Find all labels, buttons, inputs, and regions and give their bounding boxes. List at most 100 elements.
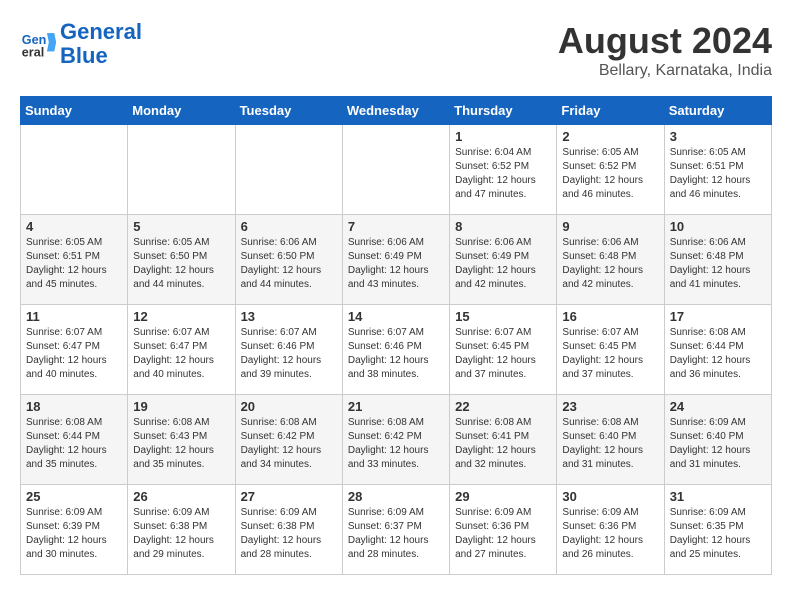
day-info: Sunrise: 6:09 AM Sunset: 6:38 PM Dayligh… <box>241 506 337 562</box>
calendar-cell: 19 Sunrise: 6:08 AM Sunset: 6:43 PM Dayli… <box>128 395 235 485</box>
calendar-cell <box>342 125 449 215</box>
calendar-cell: 15 Sunrise: 6:07 AM Sunset: 6:45 PM Dayli… <box>450 305 557 395</box>
day-number: 11 <box>26 309 122 324</box>
day-info: Sunrise: 6:07 AM Sunset: 6:45 PM Dayligh… <box>562 326 658 382</box>
day-number: 5 <box>133 219 229 234</box>
header-day-tuesday: Tuesday <box>235 97 342 125</box>
calendar-cell: 9 Sunrise: 6:06 AM Sunset: 6:48 PM Daylig… <box>557 215 664 305</box>
month-year: August 2024 <box>558 20 772 62</box>
calendar-cell: 14 Sunrise: 6:07 AM Sunset: 6:46 PM Dayli… <box>342 305 449 395</box>
day-info: Sunrise: 6:08 AM Sunset: 6:43 PM Dayligh… <box>133 416 229 472</box>
day-info: Sunrise: 6:09 AM Sunset: 6:35 PM Dayligh… <box>670 506 766 562</box>
calendar-cell: 31Sunrise: 6:09 AM Sunset: 6:35 PM Dayli… <box>664 485 771 575</box>
calendar-table: SundayMondayTuesdayWednesdayThursdayFrid… <box>20 96 772 575</box>
calendar-cell <box>128 125 235 215</box>
header-day-sunday: Sunday <box>21 97 128 125</box>
day-info: Sunrise: 6:06 AM Sunset: 6:48 PM Dayligh… <box>670 236 766 292</box>
header-day-friday: Friday <box>557 97 664 125</box>
calendar-cell: 22Sunrise: 6:08 AM Sunset: 6:41 PM Dayli… <box>450 395 557 485</box>
calendar-cell <box>235 125 342 215</box>
day-number: 8 <box>455 219 551 234</box>
day-info: Sunrise: 6:05 AM Sunset: 6:51 PM Dayligh… <box>670 146 766 202</box>
day-info: Sunrise: 6:08 AM Sunset: 6:44 PM Dayligh… <box>670 326 766 382</box>
day-number: 10 <box>670 219 766 234</box>
day-info: Sunrise: 6:07 AM Sunset: 6:46 PM Dayligh… <box>241 326 337 382</box>
logo-line2: Blue <box>60 43 108 68</box>
logo-icon: Gen eral <box>20 26 56 62</box>
day-number: 19 <box>133 399 229 414</box>
calendar-cell: 24 Sunrise: 6:09 AM Sunset: 6:40 PM Dayli… <box>664 395 771 485</box>
calendar-cell: 30Sunrise: 6:09 AM Sunset: 6:36 PM Dayli… <box>557 485 664 575</box>
day-info: Sunrise: 6:09 AM Sunset: 6:36 PM Dayligh… <box>455 506 551 562</box>
calendar-cell: 10 Sunrise: 6:06 AM Sunset: 6:48 PM Dayli… <box>664 215 771 305</box>
calendar-cell: 16 Sunrise: 6:07 AM Sunset: 6:45 PM Dayli… <box>557 305 664 395</box>
logo-line1: General <box>60 19 142 44</box>
calendar-cell: 29Sunrise: 6:09 AM Sunset: 6:36 PM Dayli… <box>450 485 557 575</box>
calendar-cell: 7Sunrise: 6:06 AM Sunset: 6:49 PM Daylig… <box>342 215 449 305</box>
day-info: Sunrise: 6:09 AM Sunset: 6:40 PM Dayligh… <box>670 416 766 472</box>
calendar-cell: 6Sunrise: 6:06 AM Sunset: 6:50 PM Daylig… <box>235 215 342 305</box>
day-info: Sunrise: 6:06 AM Sunset: 6:49 PM Dayligh… <box>348 236 444 292</box>
day-number: 20 <box>241 399 337 414</box>
day-info: Sunrise: 6:04 AM Sunset: 6:52 PM Dayligh… <box>455 146 551 202</box>
calendar-cell: 21 Sunrise: 6:08 AM Sunset: 6:42 PM Dayli… <box>342 395 449 485</box>
day-number: 21 <box>348 399 444 414</box>
calendar-cell: 26 Sunrise: 6:09 AM Sunset: 6:38 PM Dayli… <box>128 485 235 575</box>
day-info: Sunrise: 6:09 AM Sunset: 6:36 PM Dayligh… <box>562 506 658 562</box>
day-info: Sunrise: 6:08 AM Sunset: 6:42 PM Dayligh… <box>348 416 444 472</box>
day-info: Sunrise: 6:06 AM Sunset: 6:50 PM Dayligh… <box>241 236 337 292</box>
day-number: 9 <box>562 219 658 234</box>
day-info: Sunrise: 6:08 AM Sunset: 6:42 PM Dayligh… <box>241 416 337 472</box>
day-number: 1 <box>455 129 551 144</box>
header-day-wednesday: Wednesday <box>342 97 449 125</box>
location: Bellary, Karnataka, India <box>558 62 772 80</box>
day-info: Sunrise: 6:09 AM Sunset: 6:39 PM Dayligh… <box>26 506 122 562</box>
day-info: Sunrise: 6:08 AM Sunset: 6:44 PM Dayligh… <box>26 416 122 472</box>
calendar-cell: 1 Sunrise: 6:04 AM Sunset: 6:52 PM Daylig… <box>450 125 557 215</box>
header-day-saturday: Saturday <box>664 97 771 125</box>
day-number: 3 <box>670 129 766 144</box>
day-info: Sunrise: 6:07 AM Sunset: 6:45 PM Dayligh… <box>455 326 551 382</box>
day-info: Sunrise: 6:09 AM Sunset: 6:37 PM Dayligh… <box>348 506 444 562</box>
day-info: Sunrise: 6:07 AM Sunset: 6:47 PM Dayligh… <box>26 326 122 382</box>
day-number: 12 <box>133 309 229 324</box>
page-header: Gen eral General Blue August 2024 Bellar… <box>20 20 772 80</box>
day-number: 26 <box>133 489 229 504</box>
day-number: 24 <box>670 399 766 414</box>
day-info: Sunrise: 6:08 AM Sunset: 6:40 PM Dayligh… <box>562 416 658 472</box>
calendar-cell: 17Sunrise: 6:08 AM Sunset: 6:44 PM Dayli… <box>664 305 771 395</box>
day-number: 14 <box>348 309 444 324</box>
calendar-cell: 3 Sunrise: 6:05 AM Sunset: 6:51 PM Daylig… <box>664 125 771 215</box>
calendar-cell: 4Sunrise: 6:05 AM Sunset: 6:51 PM Daylig… <box>21 215 128 305</box>
day-info: Sunrise: 6:09 AM Sunset: 6:38 PM Dayligh… <box>133 506 229 562</box>
header-day-thursday: Thursday <box>450 97 557 125</box>
calendar-cell: 12 Sunrise: 6:07 AM Sunset: 6:47 PM Dayli… <box>128 305 235 395</box>
day-info: Sunrise: 6:07 AM Sunset: 6:47 PM Dayligh… <box>133 326 229 382</box>
week-row-1: 1 Sunrise: 6:04 AM Sunset: 6:52 PM Daylig… <box>21 125 772 215</box>
day-number: 27 <box>241 489 337 504</box>
week-row-4: 18 Sunrise: 6:08 AM Sunset: 6:44 PM Dayli… <box>21 395 772 485</box>
day-number: 16 <box>562 309 658 324</box>
calendar-cell: 20 Sunrise: 6:08 AM Sunset: 6:42 PM Dayli… <box>235 395 342 485</box>
day-number: 2 <box>562 129 658 144</box>
week-row-2: 4Sunrise: 6:05 AM Sunset: 6:51 PM Daylig… <box>21 215 772 305</box>
calendar-cell <box>21 125 128 215</box>
day-number: 15 <box>455 309 551 324</box>
day-info: Sunrise: 6:08 AM Sunset: 6:41 PM Dayligh… <box>455 416 551 472</box>
day-number: 13 <box>241 309 337 324</box>
day-info: Sunrise: 6:05 AM Sunset: 6:52 PM Dayligh… <box>562 146 658 202</box>
calendar-cell: 18 Sunrise: 6:08 AM Sunset: 6:44 PM Dayli… <box>21 395 128 485</box>
days-header-row: SundayMondayTuesdayWednesdayThursdayFrid… <box>21 97 772 125</box>
day-number: 18 <box>26 399 122 414</box>
calendar-cell: 27 Sunrise: 6:09 AM Sunset: 6:38 PM Dayli… <box>235 485 342 575</box>
day-number: 23 <box>562 399 658 414</box>
calendar-cell: 2 Sunrise: 6:05 AM Sunset: 6:52 PM Daylig… <box>557 125 664 215</box>
day-number: 4 <box>26 219 122 234</box>
title-block: August 2024 Bellary, Karnataka, India <box>558 20 772 80</box>
day-info: Sunrise: 6:07 AM Sunset: 6:46 PM Dayligh… <box>348 326 444 382</box>
day-info: Sunrise: 6:06 AM Sunset: 6:48 PM Dayligh… <box>562 236 658 292</box>
week-row-3: 11 Sunrise: 6:07 AM Sunset: 6:47 PM Dayli… <box>21 305 772 395</box>
calendar-cell: 11 Sunrise: 6:07 AM Sunset: 6:47 PM Dayli… <box>21 305 128 395</box>
svg-text:eral: eral <box>22 46 44 60</box>
day-info: Sunrise: 6:05 AM Sunset: 6:50 PM Dayligh… <box>133 236 229 292</box>
